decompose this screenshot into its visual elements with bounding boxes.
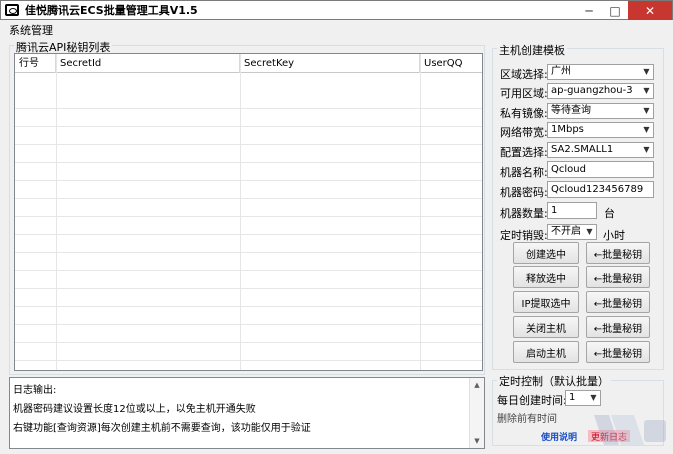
scroll-up-icon[interactable]: ▲ (470, 378, 484, 392)
daily-create-value: 1 (569, 392, 576, 403)
table-row[interactable] (15, 91, 482, 109)
zone-label: 可用区域: (500, 87, 548, 100)
column-header-secret-key[interactable]: SecretKey (240, 54, 420, 73)
chevron-down-icon[interactable]: ▼ (640, 123, 653, 137)
zone-select-value: ap-guangzhou-3 (551, 85, 633, 96)
timer-unit: 小时 (603, 229, 625, 242)
window-title: 佳悦腾讯云ECS批量管理工具V1.5 (25, 4, 198, 17)
column-header-row-number[interactable]: 行号 (15, 54, 56, 73)
table-row[interactable] (15, 181, 482, 199)
log-scrollbar[interactable]: ▲ ▼ (469, 378, 484, 448)
watermark-logo (594, 415, 666, 445)
log-output[interactable]: 日志输出: 机器密码建议设置长度12位或以上，以免主机开通失败 右键功能[查询资… (9, 377, 485, 449)
zone-select[interactable]: ap-guangzhou-3 ▼ (547, 83, 654, 99)
table-header: 行号 SecretId SecretKey UserQQ (15, 54, 482, 73)
table-row[interactable] (15, 163, 482, 181)
column-header-user-qq[interactable]: UserQQ (420, 54, 482, 73)
table-row[interactable] (15, 127, 482, 145)
password-label: 机器密码: (500, 186, 548, 199)
daily-create-select[interactable]: 1 ▼ (565, 390, 601, 406)
region-select[interactable]: 广州 ▼ (547, 64, 654, 80)
image-select-value: 等待查询 (551, 105, 591, 116)
config-select[interactable]: SA2.SMALL1 ▼ (547, 142, 654, 158)
secret-key-table[interactable]: 行号 SecretId SecretKey UserQQ (14, 53, 483, 371)
maximize-button[interactable]: □ (602, 1, 628, 20)
table-row[interactable] (15, 271, 482, 289)
region-select-value: 广州 (551, 66, 571, 77)
title-bar: 佳悦腾讯云ECS批量管理工具V1.5 ─ □ ✕ (0, 0, 673, 20)
chevron-down-icon[interactable]: ▼ (587, 391, 600, 405)
column-header-secret-id[interactable]: SecretId (56, 54, 240, 73)
machine-count-input[interactable]: 1 (547, 202, 597, 219)
host-template-group-title: 主机创建模板 (497, 42, 567, 58)
machine-password-input[interactable]: Qcloud123456789 (547, 181, 654, 198)
table-row[interactable] (15, 109, 482, 127)
batch-extract-ip-button[interactable]: ←批量秘钥 (586, 291, 650, 313)
table-row[interactable] (15, 217, 482, 235)
batch-shutdown-button[interactable]: ←批量秘钥 (586, 316, 650, 338)
chevron-down-icon[interactable]: ▼ (640, 104, 653, 118)
count-unit: 台 (604, 207, 615, 220)
timer-select-value: 不开启 (551, 226, 581, 237)
machine-name-input[interactable]: Qcloud (547, 161, 654, 178)
window-controls: ─ □ ✕ (576, 1, 672, 20)
app-icon (5, 4, 19, 16)
minimize-button[interactable]: ─ (576, 1, 602, 20)
table-row[interactable] (15, 343, 482, 361)
table-row[interactable] (15, 235, 482, 253)
batch-create-button[interactable]: ←批量秘钥 (586, 242, 650, 264)
chevron-down-icon[interactable]: ▼ (640, 65, 653, 79)
menu-bar: 系统管理 (0, 20, 673, 38)
menu-system-management[interactable]: 系统管理 (9, 22, 53, 38)
bandwidth-select-value: 1Mbps (551, 124, 584, 135)
usage-guide-link[interactable]: 使用说明 (541, 430, 577, 443)
timer-select[interactable]: 不开启 ▼ (547, 224, 597, 240)
schedule-note: 删除前有时间 (497, 414, 557, 425)
table-row[interactable] (15, 307, 482, 325)
log-line: 机器密码建议设置长度12位或以上，以免主机开通失败 (13, 404, 256, 415)
table-row[interactable] (15, 199, 482, 217)
chevron-down-icon[interactable]: ▼ (640, 143, 653, 157)
bandwidth-label: 网络带宽: (500, 126, 548, 139)
batch-start-button[interactable]: ←批量秘钥 (586, 341, 650, 363)
log-line: 右键功能[查询资源]每次创建主机前不需要查询，该功能仅用于验证 (13, 423, 311, 434)
image-label: 私有镜像: (500, 107, 548, 120)
chevron-down-icon[interactable]: ▼ (640, 84, 653, 98)
bandwidth-select[interactable]: 1Mbps ▼ (547, 122, 654, 138)
name-label: 机器名称: (500, 166, 548, 179)
close-button[interactable]: ✕ (628, 1, 672, 20)
schedule-group-title: 定时控制（默认批量） (497, 373, 611, 389)
table-row[interactable] (15, 289, 482, 307)
scroll-down-icon[interactable]: ▼ (470, 434, 484, 448)
region-label: 区域选择: (500, 68, 548, 81)
release-selected-button[interactable]: 释放选中 (513, 266, 579, 288)
shutdown-host-button[interactable]: 关闭主机 (513, 316, 579, 338)
config-label: 配置选择: (500, 146, 548, 159)
table-row[interactable] (15, 145, 482, 163)
extract-ip-button[interactable]: IP提取选中 (513, 291, 579, 313)
table-row[interactable] (15, 325, 482, 343)
chevron-down-icon[interactable]: ▼ (583, 225, 596, 239)
count-label: 机器数量: (500, 207, 548, 220)
batch-release-button[interactable]: ←批量秘钥 (586, 266, 650, 288)
start-host-button[interactable]: 启动主机 (513, 341, 579, 363)
log-title: 日志输出: (13, 385, 57, 396)
timer-label: 定时销毁: (500, 229, 548, 242)
image-select[interactable]: 等待查询 ▼ (547, 103, 654, 119)
table-row[interactable] (15, 253, 482, 271)
create-selected-button[interactable]: 创建选中 (513, 242, 579, 264)
config-select-value: SA2.SMALL1 (551, 144, 614, 155)
daily-create-label: 每日创建时间: (497, 394, 567, 407)
